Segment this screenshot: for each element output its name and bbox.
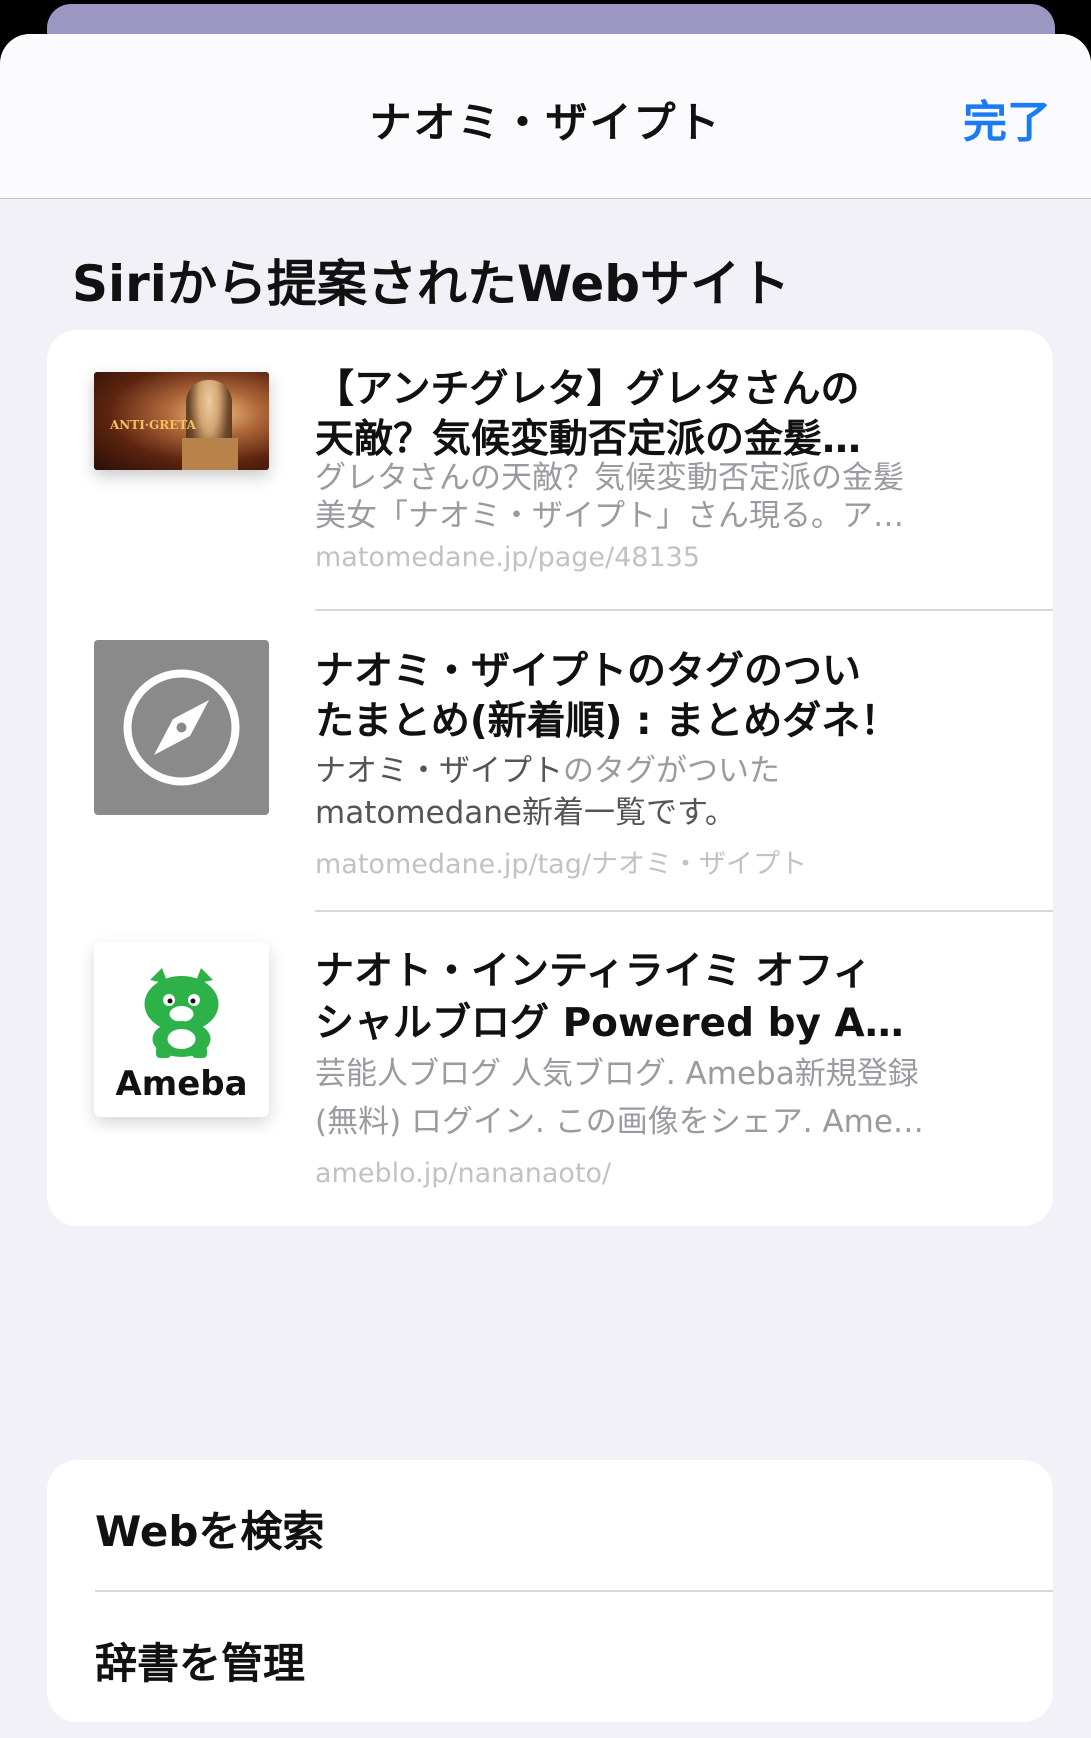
result-item-2[interactable]: ナオミ・ザイプトのタグのつい たまとめ(新着順) : まとめダネ！ ナオミ・ザイ… bbox=[47, 612, 1053, 934]
description-text: 新着一覧です。 bbox=[521, 795, 736, 831]
manage-dictionary-button[interactable]: 辞書を管理 bbox=[47, 1592, 1053, 1722]
manage-dictionary-label: 辞書を管理 bbox=[95, 1639, 306, 1688]
search-web-button[interactable]: Webを検索 bbox=[47, 1460, 1053, 1590]
search-web-label: Webを検索 bbox=[95, 1507, 325, 1556]
result-description-line: 芸能人ブログ 人気ブログ. Ameba新規登録 bbox=[315, 1056, 919, 1092]
result-url: matomedane.jp/tag/ナオミ・ザイプト bbox=[315, 849, 807, 880]
result-description-line: matomedane新着一覧です。 bbox=[315, 792, 1035, 834]
highlight-text: ナオミ・ザイプト bbox=[315, 753, 563, 789]
siri-suggested-websites-header: Siriから提案されたWebサイト bbox=[72, 255, 791, 313]
result-title-line: ナオト・インティライミ オフィ bbox=[315, 949, 872, 994]
article-thumbnail: ANTI·GRETA bbox=[94, 372, 269, 470]
description-text: のタグがついた bbox=[563, 753, 780, 789]
result-url: ameblo.jp/nananaoto/ bbox=[315, 1158, 612, 1189]
actions-card: Webを検索 辞書を管理 bbox=[47, 1460, 1053, 1722]
result-title-line: 【アンチグレタ】グレタさんの bbox=[315, 367, 860, 412]
result-divider bbox=[315, 609, 1053, 611]
ameba-logo-text: Ameba bbox=[115, 1064, 248, 1104]
result-description-line: (無料) ログイン. この画像をシェア. Ame… bbox=[315, 1104, 924, 1140]
result-item-1[interactable]: ANTI·GRETA 【アンチグレタ】グレタさんの 天敵？気候変動否定派の金髪…… bbox=[47, 330, 1053, 652]
result-title-line: たまとめ(新着順) : まとめダネ！ bbox=[315, 699, 900, 744]
highlight-text: matomedane bbox=[315, 795, 522, 831]
result-url: matomedane.jp/page/48135 bbox=[315, 542, 701, 573]
result-title-line: シャルブログ Powered by A… bbox=[315, 1001, 904, 1046]
lookup-sheet: ナオミ・ザイプト 完了 Siriから提案されたWebサイト ANTI·GRETA… bbox=[0, 34, 1091, 1738]
result-title-line: ナオミ・ザイプトのタグのつい bbox=[315, 649, 862, 694]
navigation-bar: ナオミ・ザイプト 完了 bbox=[0, 34, 1091, 199]
compass-icon bbox=[94, 640, 269, 815]
result-description-line: 美女「ナオミ・ザイプト」さん現る。ア… bbox=[315, 498, 904, 534]
result-description-line: ナオミ・ザイプトのタグがついた bbox=[315, 750, 1035, 792]
done-button[interactable]: 完了 bbox=[963, 86, 1051, 150]
result-description-line: グレタさんの天敵？気候変動否定派の金髪 bbox=[315, 460, 904, 496]
ameba-logo: Ameba bbox=[94, 942, 269, 1117]
page-title: ナオミ・ザイプト bbox=[369, 98, 722, 147]
box-figure bbox=[182, 438, 238, 470]
result-divider bbox=[315, 910, 1053, 912]
suggested-websites-card: ANTI·GRETA 【アンチグレタ】グレタさんの 天敵？気候変動否定派の金髪…… bbox=[47, 330, 1053, 1226]
poster-lettering: ANTI·GRETA bbox=[110, 418, 196, 432]
result-item-3[interactable]: Ameba ナオト・インティライミ オフィ シャルブログ Powered by … bbox=[47, 914, 1053, 1226]
